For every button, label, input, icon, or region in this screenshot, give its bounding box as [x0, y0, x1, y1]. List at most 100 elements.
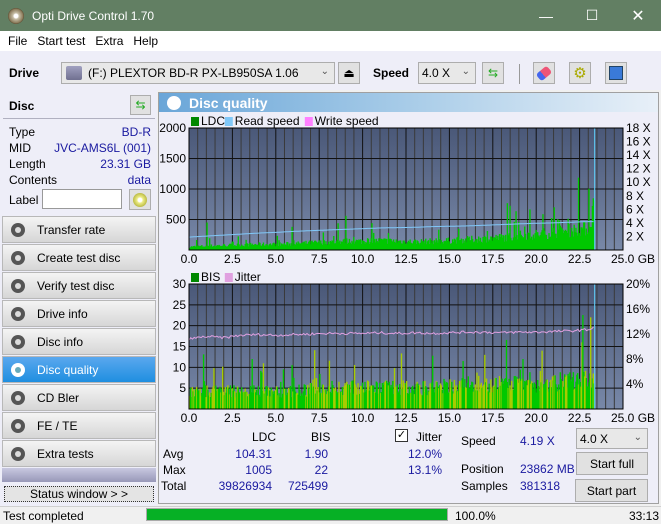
- jitter-label: Jitter: [416, 430, 443, 444]
- legend-swatch: [304, 117, 313, 126]
- menu-extra[interactable]: Extra: [95, 34, 123, 48]
- nav-label: Extra tests: [37, 446, 94, 461]
- speed-stat-label: Speed: [461, 434, 496, 448]
- nav-extra-tests[interactable]: Extra tests: [2, 440, 156, 467]
- nav-verify-test-disc[interactable]: Verify test disc: [2, 272, 156, 299]
- nav-fe-te[interactable]: FE / TE: [2, 412, 156, 439]
- drive-value: (F:) PLEXTOR BD-R PX-LB950SA 1.06: [88, 66, 299, 80]
- y2-tick-label: 8 X: [626, 189, 644, 203]
- row-label: Contents: [9, 173, 58, 187]
- drive-select[interactable]: (F:) PLEXTOR BD-R PX-LB950SA 1.06 ⌄: [61, 62, 335, 84]
- x-tick-label: 25.0 GB: [611, 411, 655, 425]
- drive-label: Drive: [9, 66, 40, 80]
- progress-fill: [147, 509, 447, 520]
- speed-select[interactable]: 4.0 X ⌄: [418, 62, 476, 84]
- label-input[interactable]: [42, 189, 122, 209]
- panel-title: Disc quality: [189, 94, 268, 111]
- x-tick-label: 22.5: [568, 252, 592, 266]
- erase-icon: [535, 65, 553, 81]
- nav-disc-quality[interactable]: Disc quality: [2, 356, 156, 383]
- jitter-checkbox[interactable]: ✓: [395, 429, 408, 442]
- x-tick-label: 15.0: [438, 411, 462, 425]
- y2-tick-label: 8%: [626, 352, 644, 366]
- x-tick-label: 0.0: [181, 411, 198, 425]
- row-value: 23.31 GB: [100, 157, 151, 171]
- ldc-header: LDC: [252, 430, 277, 444]
- disc-length-row: Length 23.31 GB: [9, 157, 151, 171]
- x-tick-label: 17.5: [481, 252, 505, 266]
- nav-label: Transfer rate: [37, 222, 106, 237]
- status-window-button[interactable]: Status window > >: [4, 486, 154, 502]
- ldc-max: 1005: [245, 463, 272, 477]
- row-value: JVC-AMS6L (001): [54, 141, 151, 155]
- nav-label: CD Bler: [37, 390, 80, 405]
- legend-label: Write speed: [315, 114, 379, 128]
- save-button[interactable]: [605, 62, 627, 84]
- nav-cd-bler[interactable]: CD Bler: [2, 384, 156, 411]
- status-text: Test completed: [3, 509, 84, 523]
- y-tick-label: 500: [166, 213, 186, 227]
- chevron-down-icon: ⌄: [320, 66, 329, 77]
- eject-icon: ⏏: [343, 66, 355, 80]
- bis-max: 22: [314, 463, 328, 477]
- max-label: Max: [163, 463, 186, 477]
- position-value: 23862 MB: [520, 462, 575, 476]
- window-title: Opti Drive Control 1.70: [32, 8, 155, 23]
- save-icon: [609, 66, 623, 80]
- menu-help[interactable]: Help: [133, 34, 158, 48]
- menu-file[interactable]: File: [8, 34, 27, 48]
- x-tick-label: 25.0 GB: [611, 252, 655, 266]
- y2-tick-label: 20%: [626, 277, 650, 291]
- row-label: Length: [9, 157, 46, 171]
- start-part-button[interactable]: Start part: [575, 479, 648, 502]
- nav-transfer-rate[interactable]: Transfer rate: [2, 216, 156, 243]
- refresh-button[interactable]: ⇆: [482, 62, 504, 84]
- nav-disc-info[interactable]: Disc info: [2, 328, 156, 355]
- y2-tick-label: 4%: [626, 377, 644, 391]
- y-tick-label: 20: [173, 319, 187, 333]
- speed-value: 4.0 X: [422, 66, 451, 80]
- app-disc-icon: [8, 7, 24, 24]
- menu-start-test[interactable]: Start test: [37, 34, 85, 48]
- ldc-chart: 5001000150020002 X4 X6 X8 X10 X12 X14 X1…: [159, 114, 655, 266]
- label-disc-button[interactable]: [129, 189, 151, 210]
- nav-label: Drive info: [37, 306, 88, 321]
- avg-label: Avg: [163, 447, 184, 461]
- eject-button[interactable]: ⏏: [338, 62, 360, 84]
- refresh-icon: ⇆: [135, 98, 146, 112]
- disc-refresh-button[interactable]: ⇆: [130, 95, 151, 115]
- nav-drive-info[interactable]: Drive info: [2, 300, 156, 327]
- x-tick-label: 7.5: [311, 252, 328, 266]
- y2-tick-label: 12%: [626, 327, 650, 341]
- y-tick-label: 1500: [159, 152, 186, 166]
- x-tick-label: 22.5: [568, 411, 592, 425]
- test-speed-select[interactable]: 4.0 X ⌄: [576, 428, 648, 449]
- legend-swatch: [224, 273, 233, 282]
- minimize-button[interactable]: —: [523, 0, 569, 31]
- nav-create-test-disc[interactable]: Create test disc: [2, 244, 156, 271]
- speed-stat-value: 4.19 X: [520, 434, 555, 448]
- y2-tick-label: 6 X: [626, 202, 644, 216]
- bis-total: 725499: [287, 479, 328, 493]
- disc-mid-row: MID JVC-AMS6L (001): [9, 141, 151, 155]
- ldc-total: 39826934: [218, 479, 272, 493]
- maximize-button[interactable]: ☐: [569, 0, 615, 31]
- refresh-icon: ⇆: [487, 66, 499, 80]
- position-label: Position: [461, 462, 504, 476]
- jitter-avg: 12.0%: [407, 447, 442, 461]
- disc-quality-icon: [167, 95, 181, 110]
- x-tick-label: 12.5: [394, 411, 418, 425]
- nav-label: Disc info: [37, 334, 84, 349]
- nav-label: Create test disc: [37, 250, 121, 265]
- y2-tick-label: 14 X: [626, 148, 651, 162]
- erase-button[interactable]: [533, 62, 555, 84]
- start-full-button[interactable]: Start full: [576, 452, 648, 475]
- disc-contents-row: Contents data: [9, 173, 151, 187]
- x-tick-label: 7.5: [311, 411, 328, 425]
- x-tick-label: 20.0: [525, 252, 549, 266]
- legend-label: LDC: [201, 114, 225, 128]
- x-tick-label: 5.0: [267, 252, 284, 266]
- settings-button[interactable]: ⚙: [569, 62, 591, 84]
- close-button[interactable]: ✕: [615, 0, 661, 31]
- y2-tick-label: 16 X: [626, 135, 651, 149]
